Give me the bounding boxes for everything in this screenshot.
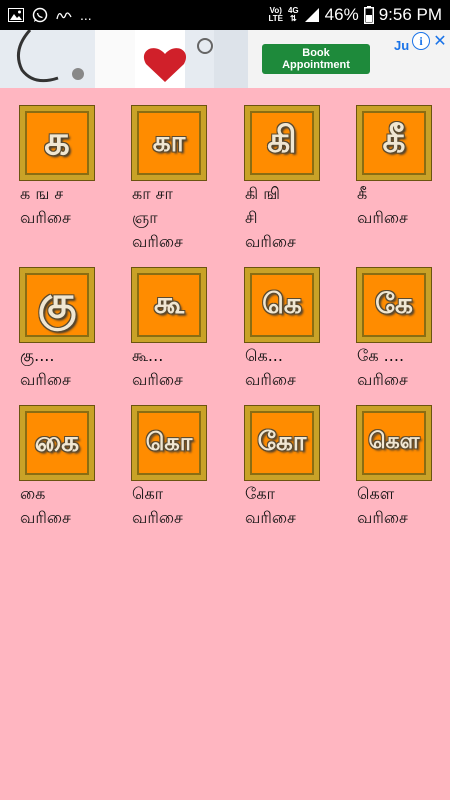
more-notifications: ...	[80, 7, 92, 23]
letter-series-caption: கே .... வரிசை	[357, 346, 408, 389]
letter-series-caption: கு.... வரிசை	[20, 346, 71, 389]
ad-image	[0, 30, 248, 88]
ad-info-icon[interactable]: i	[412, 32, 430, 50]
letter-series-caption: கோ வரிசை	[245, 484, 296, 527]
letter-series-item[interactable]: கா கா சா ஞா வரிசை	[132, 106, 232, 254]
letter-tile-button[interactable]: கௌ	[357, 406, 431, 480]
signal-icon	[304, 7, 320, 23]
letter-tile-button[interactable]: கே	[357, 268, 431, 342]
letter-series-item[interactable]: கே கே .... வரிசை	[357, 268, 450, 392]
clock: 9:56 PM	[378, 5, 442, 24]
status-bar: ... Vo) LTE 4G ⇅ 46% 9:56 PM	[0, 0, 450, 30]
letter-series-caption: கௌ வரிசை	[357, 484, 408, 527]
notification-icons: ...	[8, 7, 92, 23]
letter-tile-button[interactable]: கோ	[245, 406, 319, 480]
letter-tile-button[interactable]: கு	[20, 268, 94, 342]
letter-series-item[interactable]: கூ கூ... வரிசை	[132, 268, 232, 392]
letter-series-item[interactable]: கி கி ஙி சி வரிசை	[245, 106, 345, 254]
letter-series-item[interactable]: கை கை வரிசை	[20, 406, 120, 530]
letter-tile-button[interactable]: கொ	[132, 406, 206, 480]
letter-series-item[interactable]: கெ கெ... வரிசை	[245, 268, 345, 392]
letter-series-caption: கீ வரிசை	[357, 184, 408, 227]
letter-series-caption: கி ஙி சி வரிசை	[245, 184, 296, 251]
letter-tile-button[interactable]: கூ	[132, 268, 206, 342]
lte-label: LTE	[268, 14, 283, 23]
ad-brand-text: Ju	[394, 38, 410, 53]
letter-series-item[interactable]: கு கு.... வரிசை	[20, 268, 120, 392]
whatsapp-icon	[32, 7, 48, 23]
ad-banner[interactable]: Book Appointment Ju i ✕	[0, 30, 450, 88]
book-appointment-button[interactable]: Book Appointment	[262, 44, 370, 74]
volte-indicator: Vo) LTE	[268, 7, 283, 23]
letter-series-item[interactable]: கோ கோ வரிசை	[245, 406, 345, 530]
letter-series-caption: கொ வரிசை	[132, 484, 183, 527]
letter-series-caption: க ங ச வரிசை	[20, 184, 71, 227]
signature-icon	[56, 8, 72, 22]
letter-tile-button[interactable]: கை	[20, 406, 94, 480]
letter-tile-button[interactable]: க	[20, 106, 94, 180]
letter-tile-button[interactable]: கீ	[357, 106, 431, 180]
letter-series-caption: கூ... வரிசை	[132, 346, 183, 389]
letter-series-caption: கா சா ஞா வரிசை	[132, 184, 183, 251]
letter-series-item[interactable]: கொ கொ வரிசை	[132, 406, 232, 530]
letter-series-caption: கெ... வரிசை	[245, 346, 296, 389]
image-icon	[8, 8, 24, 22]
letter-tile-button[interactable]: கெ	[245, 268, 319, 342]
letter-series-item[interactable]: கீ கீ வரிசை	[357, 106, 450, 230]
network-type: 4G ⇅	[288, 7, 299, 23]
letter-tile-button[interactable]: கி	[245, 106, 319, 180]
data-arrows-icon: ⇅	[289, 14, 297, 23]
letter-series-item[interactable]: கௌ கௌ வரிசை	[357, 406, 450, 530]
letter-series-item[interactable]: கக ங ச வரிசை	[20, 106, 120, 230]
letter-tile-button[interactable]: கா	[132, 106, 206, 180]
ad-close-icon[interactable]: ✕	[432, 32, 448, 50]
battery-percent: 46%	[324, 5, 359, 24]
battery-icon	[363, 6, 374, 24]
letter-series-caption: கை வரிசை	[20, 484, 71, 527]
